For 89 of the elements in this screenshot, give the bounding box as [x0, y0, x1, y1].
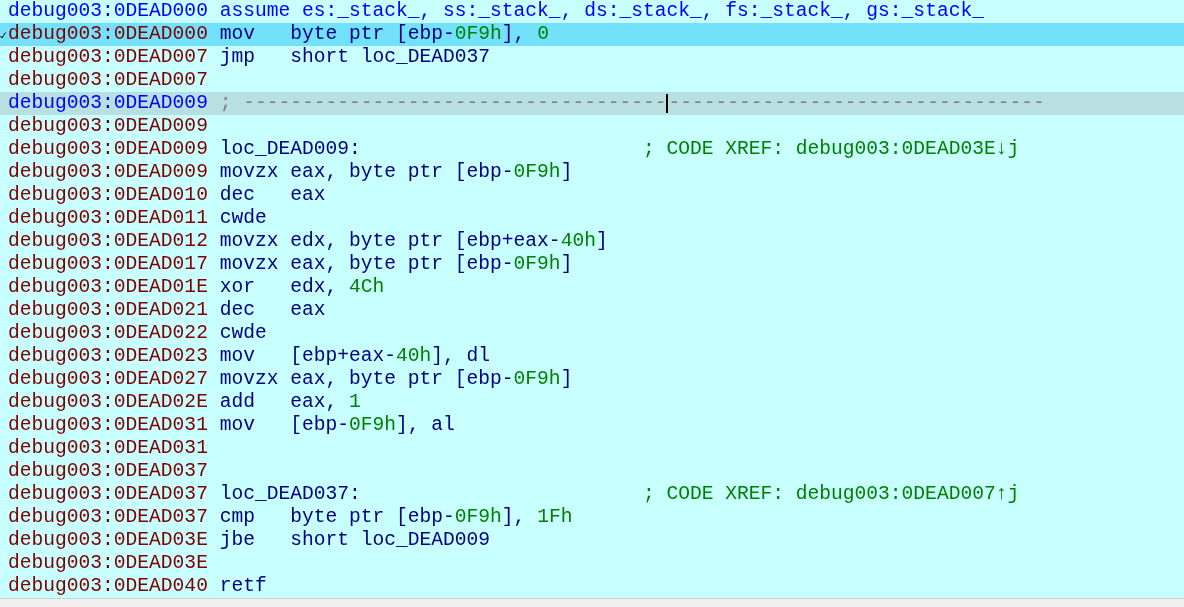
listing-line[interactable]: debug003:0DEAD040 retf [0, 575, 1184, 598]
address: debug003:0DEAD009 [8, 161, 208, 183]
listing-line[interactable]: debug003:0DEAD031 [0, 437, 1184, 460]
mnemonic: retf [219, 575, 267, 597]
operands: short loc_DEAD037 [290, 46, 491, 69]
mnemonic: movzx [219, 161, 279, 183]
address: debug003:0DEAD037 [8, 483, 208, 505]
listing-line[interactable]: debug003:0DEAD009 movzx eax, byte ptr [ebp-0F9h] [0, 161, 1184, 184]
listing-line[interactable]: debug003:0DEAD012 movzx edx, byte ptr [ebp+eax-40h] [0, 230, 1184, 253]
address: debug003:0DEAD011 [8, 207, 208, 229]
listing-line[interactable]: debug003:0DEAD037 cmp byte ptr [ebp-0F9h], 1Fh [0, 506, 1184, 529]
address: debug003:0DEAD01E [8, 276, 208, 298]
operands: edx, 4Ch [290, 276, 385, 299]
listing-line[interactable]: debug003:0DEAD02E add eax, 1 [0, 391, 1184, 414]
mnemonic: mov [219, 23, 255, 45]
operands: eax, byte ptr [ebp-0F9h] [290, 161, 573, 184]
operands: eax, byte ptr [ebp-0F9h] [290, 253, 573, 276]
operands: edx, byte ptr [ebp+eax-40h] [290, 230, 608, 253]
mnemonic: cwde [219, 207, 267, 229]
address: debug003:0DEAD000 [8, 0, 208, 22]
operands: eax, 1 [290, 391, 361, 414]
operands: byte ptr [ebp-0F9h], 0 [290, 23, 549, 46]
mnemonic: xor [219, 276, 255, 298]
address: debug003:0DEAD023 [8, 345, 208, 367]
directive: assume es:_stack_, ss:_stack_, ds:_stack_, fs:_stack_, gs:_stack_ [219, 0, 984, 23]
address: debug003:0DEAD009 [8, 115, 208, 137]
address: debug003:0DEAD027 [8, 368, 208, 390]
address: debug003:0DEAD017 [8, 253, 208, 275]
operands: [ebp+eax-40h], dl [290, 345, 491, 368]
operands: short loc_DEAD009 [290, 529, 491, 552]
listing-line[interactable]: debug003:0DEAD017 movzx eax, byte ptr [ebp-0F9h] [0, 253, 1184, 276]
mnemonic: dec [219, 184, 255, 206]
operands: [ebp-0F9h], al [290, 414, 455, 437]
address: debug003:0DEAD000 [8, 23, 208, 45]
address: debug003:0DEAD03E [8, 529, 208, 551]
mnemonic: dec [219, 299, 255, 321]
address: debug003:0DEAD02E [8, 391, 208, 413]
address: debug003:0DEAD021 [8, 299, 208, 321]
listing-line[interactable]: debug003:0DEAD03E [0, 552, 1184, 575]
listing-line[interactable]: debug003:0DEAD007 [0, 69, 1184, 92]
mnemonic: movzx [219, 368, 279, 390]
comment: ; CODE XREF: debug003:0DEAD03E↓j [642, 138, 1020, 161]
operands: eax, byte ptr [ebp-0F9h] [290, 368, 573, 391]
label: loc_DEAD009: [219, 138, 361, 160]
mnemonic: movzx [219, 230, 279, 252]
mnemonic: add [219, 391, 255, 413]
address: debug003:0DEAD009 [8, 92, 208, 114]
separator-comment: -------------------------------- [668, 92, 1045, 115]
listing-line[interactable]: debug003:0DEAD03E jbe short loc_DEAD009 [0, 529, 1184, 552]
listing-line[interactable]: debug003:0DEAD027 movzx eax, byte ptr [ebp-0F9h] [0, 368, 1184, 391]
listing-line[interactable]: debug003:0DEAD000 assume es:_stack_, ss:_stack_, ds:_stack_, fs:_stack_, gs:_stack_ [0, 0, 1184, 23]
listing-line[interactable]: debug003:0DEAD010 dec eax [0, 184, 1184, 207]
address: debug003:0DEAD007 [8, 46, 208, 68]
listing-line[interactable]: debug003:0DEAD009 loc_DEAD009: ; CODE XREF: debug003:0DEAD03E↓j [0, 138, 1184, 161]
operands: eax [290, 184, 326, 207]
separator-comment: ; ------------------------------------ [219, 92, 667, 115]
listing-line[interactable]: debug003:0DEAD022 cwde [0, 322, 1184, 345]
listing-line[interactable]: debug003:0DEAD011 cwde [0, 207, 1184, 230]
address: debug003:0DEAD009 [8, 138, 208, 160]
listing-line[interactable]: debug003:0DEAD037 [0, 460, 1184, 483]
listing-line[interactable]: debug003:0DEAD021 dec eax [0, 299, 1184, 322]
mnemonic: jmp [219, 46, 255, 68]
label: loc_DEAD037: [219, 483, 361, 505]
mnemonic: movzx [219, 253, 279, 275]
address: debug003:0DEAD031 [8, 437, 208, 459]
mnemonic: cmp [219, 506, 255, 528]
address: debug003:0DEAD012 [8, 230, 208, 252]
address: debug003:0DEAD037 [8, 506, 208, 528]
address: debug003:0DEAD03E [8, 552, 208, 574]
mnemonic: jbe [219, 529, 255, 551]
mnemonic: cwde [219, 322, 267, 344]
listing-line[interactable]: debug003:0DEAD01E xor edx, 4Ch [0, 276, 1184, 299]
mnemonic: mov [219, 345, 255, 367]
operands: eax [290, 299, 326, 322]
address: debug003:0DEAD007 [8, 69, 208, 91]
listing-line[interactable]: debug003:0DEAD009 [0, 115, 1184, 138]
listing-line[interactable]: debug003:0DEAD007 jmp short loc_DEAD037 [0, 46, 1184, 69]
address: debug003:0DEAD040 [8, 575, 208, 597]
comment: ; CODE XREF: debug003:0DEAD007↑j [642, 483, 1020, 506]
address: debug003:0DEAD022 [8, 322, 208, 344]
operands: byte ptr [ebp-0F9h], 1Fh [290, 506, 573, 529]
listing-line[interactable]: debug003:0DEAD037 loc_DEAD037: ; CODE XREF: debug003:0DEAD007↑j [0, 483, 1184, 506]
mnemonic: mov [219, 414, 255, 436]
text-cursor-icon [666, 94, 669, 113]
listing-line[interactable]: debug003:0DEAD023 mov [ebp+eax-40h], dl [0, 345, 1184, 368]
address: debug003:0DEAD010 [8, 184, 208, 206]
listing-line[interactable]: debug003:0DEAD031 mov [ebp-0F9h], al [0, 414, 1184, 437]
address: debug003:0DEAD037 [8, 460, 208, 482]
address: debug003:0DEAD031 [8, 414, 208, 436]
